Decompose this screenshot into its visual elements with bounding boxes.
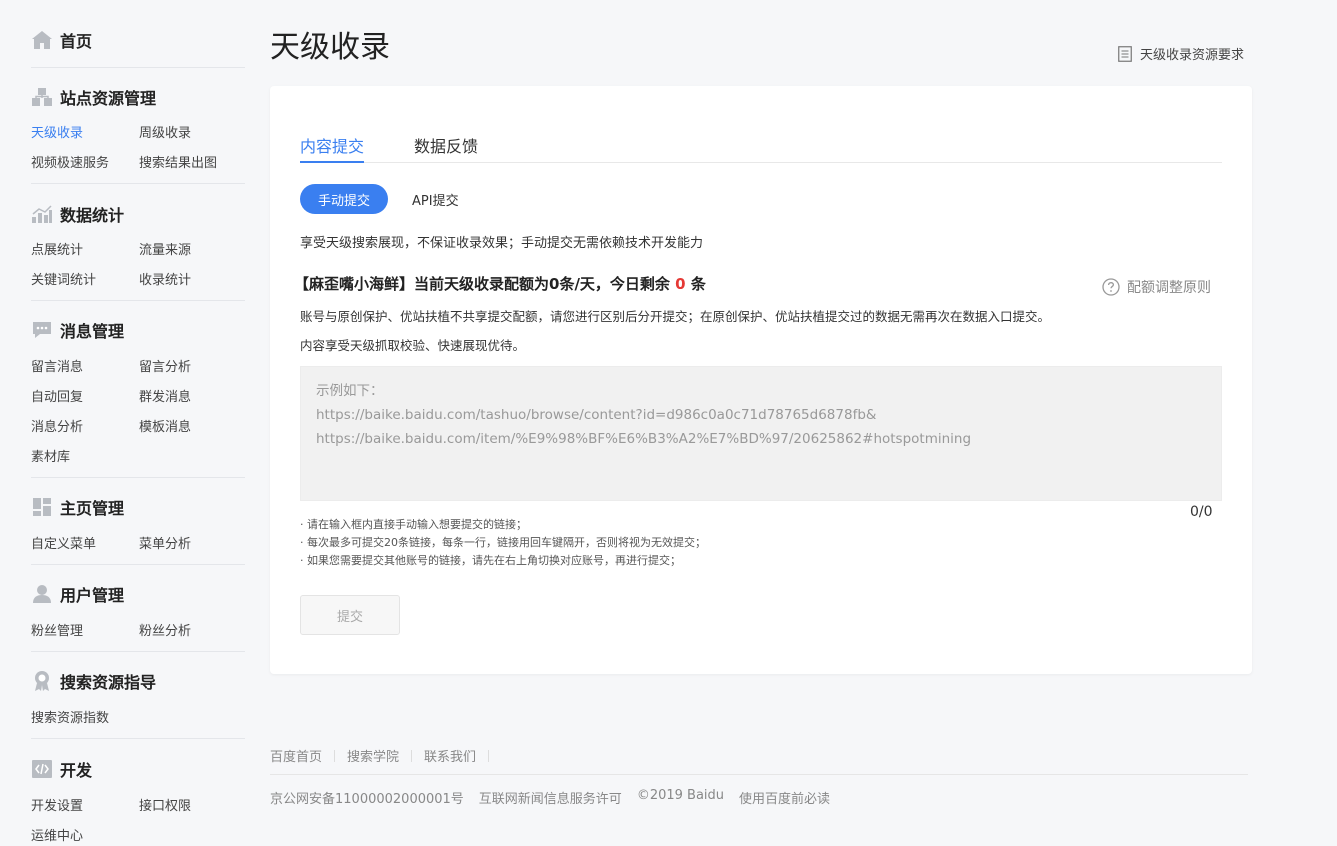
sidebar: 首页 站点资源管理 天级收录 周级收录 视频极速服务 搜索结果出图 数据统计 点… <box>0 0 246 846</box>
sidebar-item-custom-menu[interactable]: 自定义菜单 <box>31 533 96 552</box>
placeholder-line: https://baike.baidu.com/item/%E9%98%BF%E… <box>316 431 972 447</box>
user-icon <box>31 583 53 605</box>
tip-item: · 每次最多可提交20条链接，每条一行，链接用回车键隔开，否则将视为无效提交； <box>300 536 706 549</box>
footer-info: 京公网安备11000002000001号 互联网新闻信息服务许可 ©2019 B… <box>270 788 845 807</box>
sidebar-item-daily-index[interactable]: 天级收录 <box>31 122 83 141</box>
badge-icon <box>31 670 53 692</box>
document-icon <box>1118 45 1132 62</box>
quota-prefix: 【麻歪嘴小海鲜】当前天级收录配额为0条/天，今日剩余 <box>294 275 670 293</box>
submission-card: 内容提交 数据反馈 手动提交 API提交 享受天级搜索展现，不保证收录效果；手动… <box>270 86 1252 674</box>
sidebar-item-comment-analysis[interactable]: 留言分析 <box>139 356 191 375</box>
requirements-link[interactable]: 天级收录资源要求 <box>1118 44 1244 63</box>
quota-suffix: 条 <box>690 275 706 293</box>
tip-item: · 请在输入框内直接手动输入想要提交的链接； <box>300 518 527 531</box>
quota-info: 【麻歪嘴小海鲜】当前天级收录配额为0条/天，今日剩余 0 条 <box>294 273 706 294</box>
sidebar-item-index-stats[interactable]: 收录统计 <box>139 269 191 288</box>
sidebar-home-label: 首页 <box>60 32 93 51</box>
footer-terms-link[interactable]: 使用百度前必读 <box>739 788 830 807</box>
sidebar-section-title: 开发 <box>31 757 92 781</box>
sidebar-item-impression-stats[interactable]: 点展统计 <box>31 239 83 258</box>
tab-content-submit[interactable]: 内容提交 <box>300 133 365 163</box>
submit-tips: · 请在输入框内直接手动输入想要提交的链接； · 每次最多可提交20条链接，每条… <box>300 516 706 570</box>
footer-icp-record[interactable]: 京公网安备11000002000001号 <box>270 788 464 807</box>
sidebar-section-label: 数据统计 <box>60 206 125 225</box>
link-input-textarea[interactable]: 示例如下： https://baike.baidu.com/tashuo/bro… <box>300 366 1222 501</box>
message-icon <box>31 319 53 341</box>
footer-link-contact[interactable]: 联系我们 <box>424 746 476 765</box>
sidebar-section-label: 站点资源管理 <box>60 89 157 108</box>
sidebar-section-label: 主页管理 <box>60 499 125 518</box>
sidebar-item-ops-center[interactable]: 运维中心 <box>31 825 83 844</box>
help-icon <box>1102 278 1120 296</box>
page: 首页 站点资源管理 天级收录 周级收录 视频极速服务 搜索结果出图 数据统计 点… <box>0 0 1337 846</box>
quota-note-line1: 账号与原创保护、优站扶植不共享提交配额，请您进行区别后分开提交；在原创保护、优站… <box>300 309 1051 324</box>
sidebar-section-label: 用户管理 <box>60 586 125 605</box>
sidebar-item-template-message[interactable]: 模板消息 <box>139 416 191 435</box>
sidebar-section-title: 用户管理 <box>31 582 124 606</box>
sidebar-section-label: 搜索资源指导 <box>60 673 157 692</box>
footer-separator <box>488 749 490 762</box>
sidebar-home-title[interactable]: 首页 <box>31 28 92 52</box>
tab-bar: 内容提交 数据反馈 <box>300 130 1222 163</box>
footer-link-search-academy[interactable]: 搜索学院 <box>347 746 399 765</box>
sidebar-item-fans-analysis[interactable]: 粉丝分析 <box>139 620 191 639</box>
home-icon <box>31 29 53 51</box>
sidebar-divider <box>31 564 245 565</box>
sidebar-divider <box>31 651 245 652</box>
sidebar-item-auto-reply[interactable]: 自动回复 <box>31 386 83 405</box>
sidebar-section-title: 主页管理 <box>31 495 124 519</box>
page-title: 天级收录 <box>270 30 390 65</box>
sidebar-item-traffic-source[interactable]: 流量来源 <box>139 239 191 258</box>
submit-description: 享受天级搜索展现，不保证收录效果；手动提交无需依赖技术开发能力 <box>300 236 704 251</box>
sidebar-item-search-resource-index[interactable]: 搜索资源指数 <box>31 707 109 726</box>
sidebar-item-material-library[interactable]: 素材库 <box>31 446 70 465</box>
tab-data-feedback[interactable]: 数据反馈 <box>414 133 478 163</box>
requirements-link-label: 天级收录资源要求 <box>1140 48 1245 63</box>
sidebar-item-fans-management[interactable]: 粉丝管理 <box>31 620 83 639</box>
footer-divider <box>270 774 1248 775</box>
subtab-api-submit[interactable]: API提交 <box>412 190 459 209</box>
sidebar-section-label: 消息管理 <box>60 322 125 341</box>
sidebar-section-title: 消息管理 <box>31 318 124 342</box>
chart-icon <box>31 203 53 225</box>
sidebar-item-comment-message[interactable]: 留言消息 <box>31 356 83 375</box>
sidebar-divider <box>31 183 245 184</box>
placeholder-line: https://baike.baidu.com/tashuo/browse/co… <box>316 407 877 423</box>
sidebar-item-api-permission[interactable]: 接口权限 <box>139 795 191 814</box>
sidebar-item-dev-settings[interactable]: 开发设置 <box>31 795 83 814</box>
sidebar-item-mass-message[interactable]: 群发消息 <box>139 386 191 405</box>
link-counter: 0/0 <box>1190 504 1213 520</box>
sidebar-item-keyword-stats[interactable]: 关键词统计 <box>31 269 96 288</box>
footer-news-license[interactable]: 互联网新闻信息服务许可 <box>479 788 622 807</box>
quota-rule-label: 配额调整原则 <box>1127 280 1211 296</box>
footer-separator <box>334 749 336 762</box>
sidebar-item-menu-analysis[interactable]: 菜单分析 <box>139 533 191 552</box>
layout-icon <box>31 496 53 518</box>
quota-rule-link[interactable]: 配额调整原则 <box>1102 277 1211 297</box>
sidebar-item-video-speed[interactable]: 视频极速服务 <box>31 152 109 171</box>
quota-remaining: 0 <box>675 275 686 293</box>
sidebar-item-weekly-index[interactable]: 周级收录 <box>139 122 191 141</box>
subtab-manual-submit[interactable]: 手动提交 <box>300 184 388 214</box>
footer-link-baidu-home[interactable]: 百度首页 <box>270 746 322 765</box>
sidebar-divider <box>31 300 245 301</box>
tip-item: · 如果您需要提交其他账号的链接，请先在右上角切换对应账号，再进行提交； <box>300 554 681 567</box>
quota-note-line2: 内容享受天级抓取校验、快速展现优待。 <box>300 338 526 353</box>
sidebar-item-search-image[interactable]: 搜索结果出图 <box>139 152 217 171</box>
footer-separator <box>411 749 413 762</box>
placeholder-line: 示例如下： <box>316 383 384 399</box>
sidebar-divider <box>31 477 245 478</box>
sidebar-section-title: 搜索资源指导 <box>31 669 156 693</box>
sidebar-divider <box>31 738 245 739</box>
sidebar-section-title: 站点资源管理 <box>31 85 156 109</box>
footer-copyright: ©2019 Baidu <box>636 788 725 803</box>
sidebar-divider <box>31 67 245 68</box>
footer-links: 百度首页 搜索学院 联系我们 <box>270 746 501 765</box>
sidebar-section-label: 开发 <box>60 761 93 780</box>
sidebar-section-title: 数据统计 <box>31 202 124 226</box>
sidebar-item-message-analysis[interactable]: 消息分析 <box>31 416 83 435</box>
submit-button[interactable]: 提交 <box>300 595 400 635</box>
code-icon <box>31 758 53 780</box>
site-resource-icon <box>31 86 53 108</box>
